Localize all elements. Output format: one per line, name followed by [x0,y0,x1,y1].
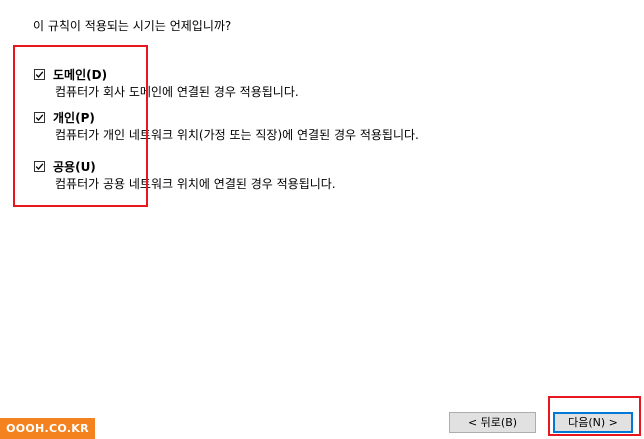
options-highlight-box [13,45,148,207]
watermark-logo: OOOH.CO.KR [0,418,95,439]
next-highlight-box [548,396,641,436]
back-button[interactable]: < 뒤로(B) [449,412,536,433]
question-text: 이 규칙이 적용되는 시기는 언제입니까? [33,19,232,33]
